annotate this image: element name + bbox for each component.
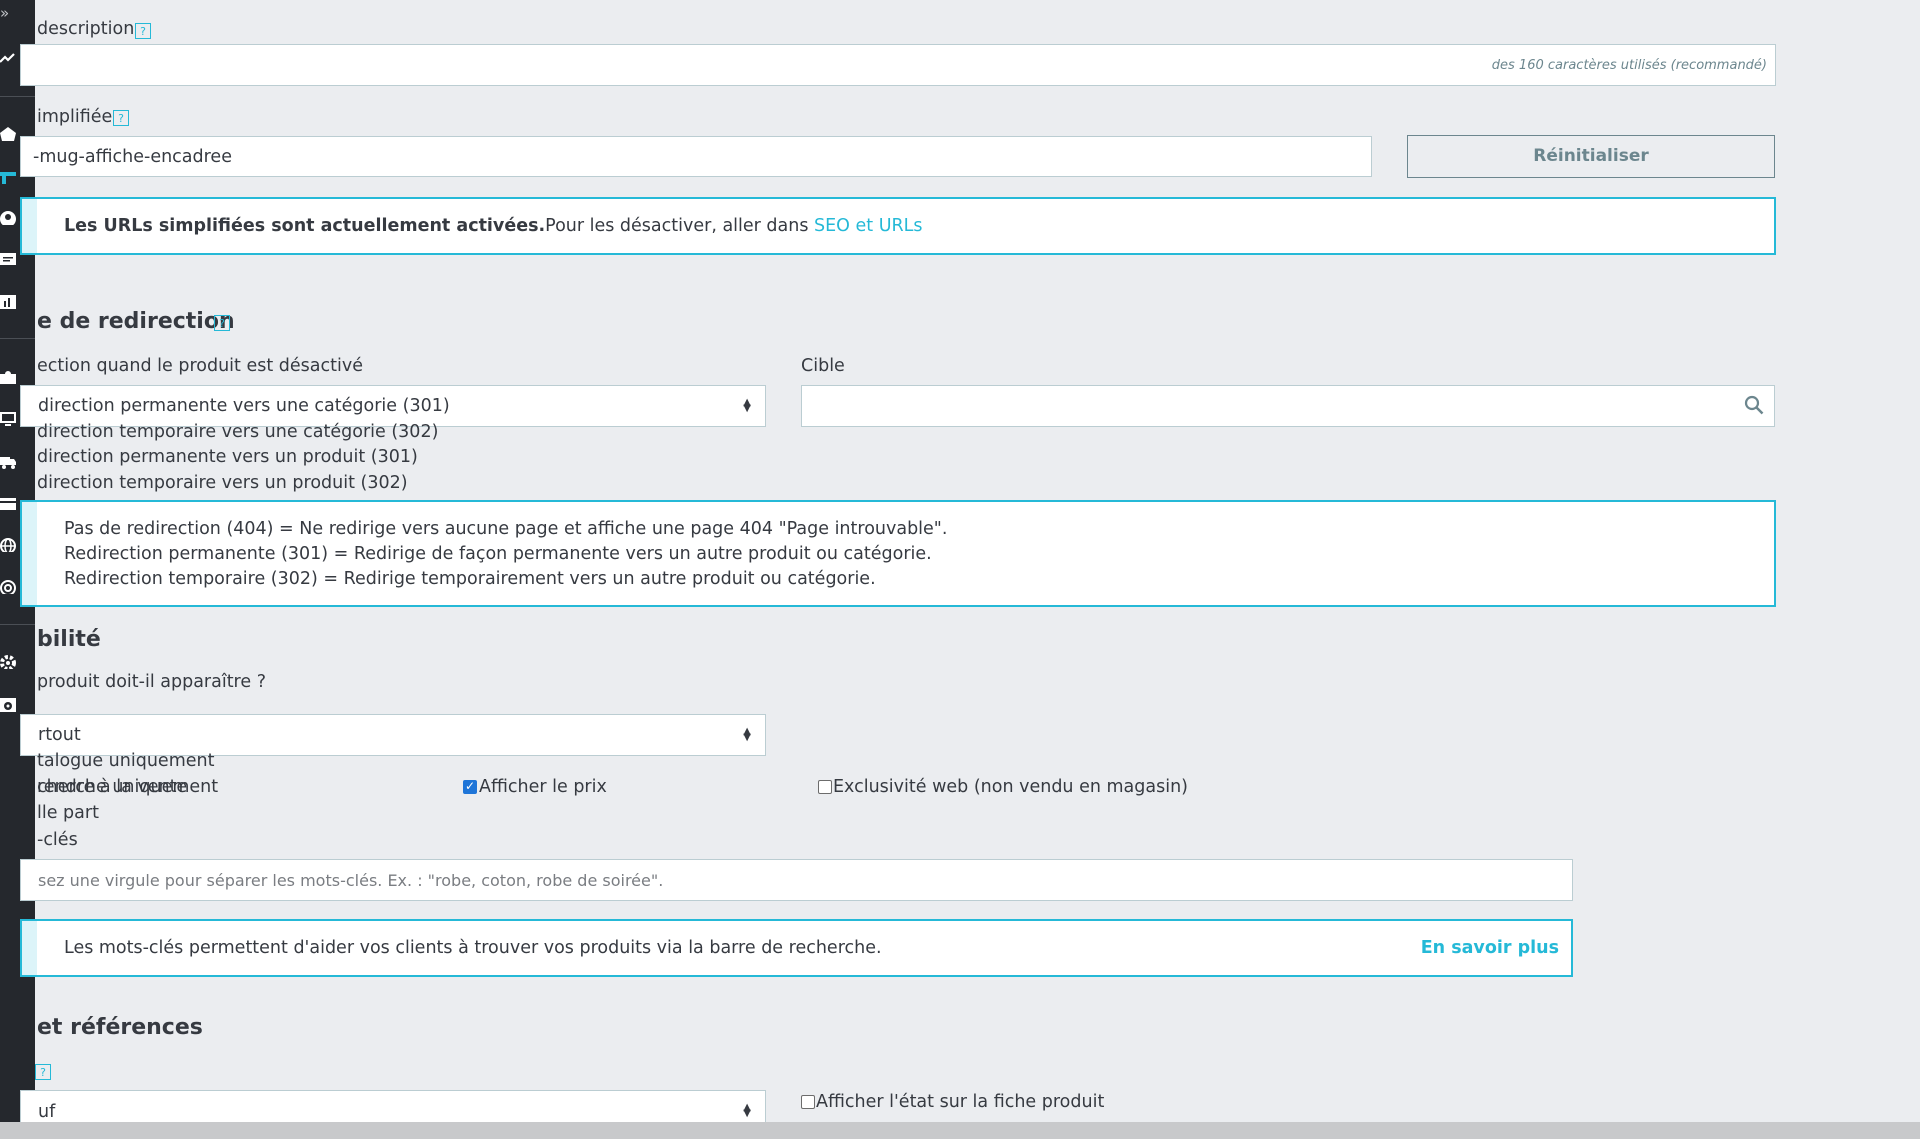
redirection-select[interactable]: direction permanente vers une catégorie … (20, 385, 766, 427)
redirection-option[interactable]: direction temporaire vers un produit (30… (37, 473, 408, 493)
payment-icon[interactable] (0, 497, 16, 511)
meta-description-label: description (37, 19, 135, 39)
meta-description-input[interactable]: des 160 caractères utilisés (recommandé) (20, 44, 1776, 86)
orders-icon[interactable] (0, 127, 16, 141)
visibility-question: produit doit-il apparaître ? (37, 672, 266, 692)
learn-more-link[interactable]: En savoir plus (1421, 938, 1559, 958)
search-icon[interactable] (1744, 395, 1764, 420)
condition-selected: uf (38, 1102, 56, 1122)
config-icon[interactable] (0, 698, 16, 712)
design-icon[interactable] (0, 412, 16, 426)
show-condition-label: Afficher l'état sur la fiche produit (816, 1092, 1105, 1112)
select-arrows-icon: ▲ ▼ (743, 1102, 751, 1120)
help-icon[interactable]: ? (113, 110, 129, 126)
select-arrows-icon: ▲ ▼ (743, 726, 751, 743)
redirection-info: Pas de redirection (404) = Ne redirige v… (20, 500, 1776, 607)
visibility-title: bilité (37, 627, 101, 652)
expand-icon[interactable]: » (0, 6, 16, 20)
reports-icon[interactable] (0, 295, 16, 309)
reset-button[interactable]: Réinitialiser (1407, 135, 1775, 178)
show-price-label: Afficher le prix (479, 777, 607, 797)
shipping-icon[interactable] (0, 455, 16, 469)
redirection-option[interactable]: direction temporaire vers une catégorie … (37, 422, 438, 442)
friendly-url-value: -mug-affiche-encadree (33, 147, 232, 167)
info-text: Pour les désactiver, aller dans (545, 216, 815, 236)
redirection-info-line: Redirection permanente (301) = Redirige … (64, 544, 932, 564)
select-arrows-icon: ▲ ▼ (743, 397, 751, 414)
visibility-select[interactable]: rtout ▲ ▼ (20, 714, 766, 756)
available-for-order-label[interactable]: rendre à la vente (37, 777, 187, 797)
condition-select[interactable]: uf ▲ ▼ (20, 1090, 766, 1126)
modules-icon[interactable] (0, 370, 16, 384)
friendly-url-info-text: Les URLs simplifiées sont actuellement a… (64, 216, 923, 236)
tags-info-text: Les mots-clés permettent d'aider vos cli… (64, 938, 882, 958)
catalog-icon[interactable] (0, 170, 16, 184)
help-icon[interactable]: ? (35, 1064, 51, 1080)
settings-icon[interactable] (0, 655, 16, 669)
sidebar-divider (0, 624, 35, 625)
condition-references-title: et références (37, 1015, 203, 1040)
target-label: Cible (801, 356, 845, 376)
friendly-url-info: Les URLs simplifiées sont actuellement a… (20, 197, 1776, 255)
web-only-label: Exclusivité web (non vendu en magasin) (833, 777, 1188, 797)
character-counter: des 160 caractères utilisés (recommandé) (1491, 58, 1767, 73)
visibility-option[interactable]: talogue uniquement (37, 751, 214, 771)
friendly-url-input[interactable]: -mug-affiche-encadree (20, 136, 1372, 177)
help-icon[interactable]: ? (214, 315, 230, 331)
redirection-option[interactable]: direction permanente vers un produit (30… (37, 447, 418, 467)
tags-placeholder: sez une virgule pour séparer les mots-cl… (38, 871, 664, 890)
visibility-selected: rtout (38, 725, 81, 745)
tags-input[interactable]: sez une virgule pour séparer les mots-cl… (20, 859, 1573, 901)
advanced-icon[interactable] (0, 580, 16, 594)
visibility-option[interactable]: lle part (37, 803, 99, 823)
web-only-checkbox[interactable] (818, 780, 832, 794)
show-price-checkbox[interactable] (463, 779, 477, 794)
tags-label: -clés (37, 830, 78, 850)
show-condition-checkbox[interactable] (801, 1095, 815, 1109)
messages-icon[interactable] (0, 253, 16, 267)
redirection-title: e de redirection (37, 309, 235, 334)
sidebar-divider (0, 96, 35, 97)
info-bold: Les URLs simplifiées sont actuellement a… (64, 216, 546, 236)
tags-info: Les mots-clés permettent d'aider vos cli… (20, 919, 1573, 977)
horizontal-scrollbar[interactable] (0, 1122, 1920, 1139)
sidebar-divider (0, 338, 35, 339)
redirection-selected: direction permanente vers une catégorie … (38, 396, 450, 416)
redirection-info-line: Redirection temporaire (302) = Redirige … (64, 569, 876, 589)
redirection-when-label: ection quand le produit est désactivé (37, 356, 363, 376)
friendly-url-label: implifiée (37, 107, 113, 127)
international-icon[interactable] (0, 538, 16, 552)
redirection-info-line: Pas de redirection (404) = Ne redirige v… (64, 519, 948, 539)
customers-icon[interactable] (0, 211, 16, 225)
help-icon[interactable]: ? (135, 23, 151, 39)
target-search-input[interactable] (801, 385, 1775, 427)
seo-urls-link[interactable]: SEO et URLs (814, 216, 923, 236)
stats-icon[interactable] (0, 52, 16, 66)
